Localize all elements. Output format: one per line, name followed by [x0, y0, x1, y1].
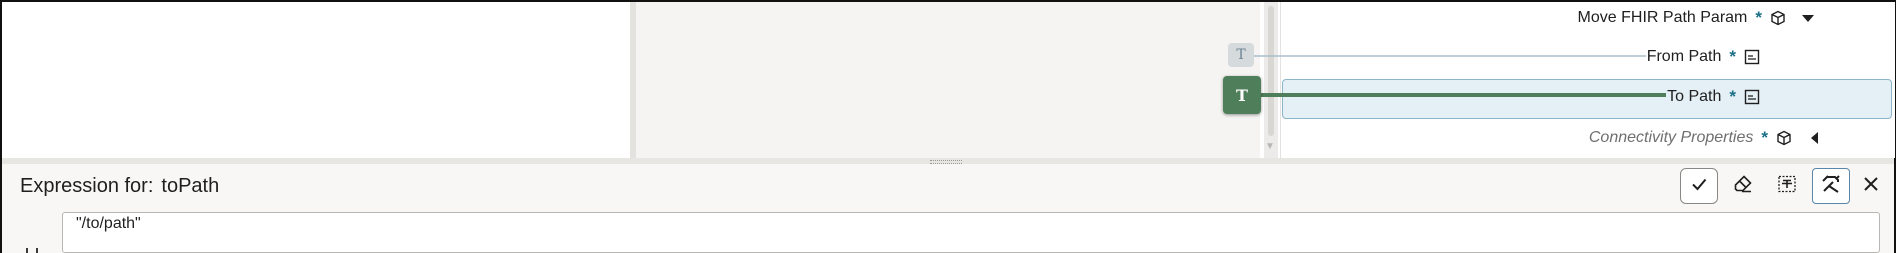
canvas-scrollbar-thumb[interactable] [1268, 6, 1274, 136]
required-marker: * [1761, 128, 1768, 147]
tree-row-from-path[interactable]: From Path * [1647, 46, 1760, 68]
to-path-text-node[interactable]: T [1223, 76, 1261, 114]
developer-tools-button[interactable] [1812, 168, 1850, 204]
row-label: Connectivity Properties [1588, 129, 1754, 146]
string-field-icon [1744, 89, 1760, 105]
row-label: To Path [1667, 88, 1722, 105]
expression-title: Expression for: toPath [20, 175, 219, 198]
expression-text[interactable]: "/to/path" [76, 215, 141, 233]
caret-down-icon[interactable] [1800, 10, 1816, 26]
tree-row-to-path[interactable]: To Path * [1667, 86, 1760, 108]
scroll-down-arrow-icon[interactable]: ▼ [1265, 142, 1275, 152]
caret-left-icon[interactable] [1806, 130, 1822, 146]
row-label: From Path [1646, 48, 1722, 65]
expression-target: toPath [161, 175, 220, 197]
text-format-button[interactable] [1768, 168, 1806, 204]
tools-icon [1820, 173, 1842, 200]
mapping-canvas-pane[interactable] [636, 2, 1260, 158]
expression-toolbar [1680, 168, 1886, 204]
expression-label: Expression for: [20, 175, 154, 197]
object-cube-icon [1776, 130, 1792, 146]
apply-expression-button[interactable] [1680, 168, 1718, 204]
clear-expression-button[interactable] [1724, 168, 1762, 204]
string-field-icon [1744, 49, 1760, 65]
check-icon [1690, 175, 1708, 198]
close-expression-button[interactable] [1856, 168, 1886, 204]
object-cube-icon [1770, 10, 1786, 26]
row-label: Move FHIR Path Param [1577, 9, 1748, 26]
required-marker: * [1729, 87, 1736, 106]
editor-gutter-marker-icon [26, 248, 38, 253]
selected-row-highlight[interactable] [1282, 79, 1892, 119]
source-tree-pane[interactable] [2, 2, 636, 158]
tree-row-connectivity-properties[interactable]: Connectivity Properties * [1589, 127, 1822, 149]
close-icon [1862, 175, 1880, 198]
tree-row-move-fhir-path-param[interactable]: Move FHIR Path Param * [1578, 7, 1816, 29]
required-marker: * [1729, 47, 1736, 66]
text-format-icon [1777, 174, 1797, 199]
eraser-icon [1733, 174, 1753, 199]
expression-editor[interactable] [62, 212, 1880, 253]
required-marker: * [1755, 8, 1762, 27]
from-path-text-node[interactable]: T [1228, 43, 1254, 67]
